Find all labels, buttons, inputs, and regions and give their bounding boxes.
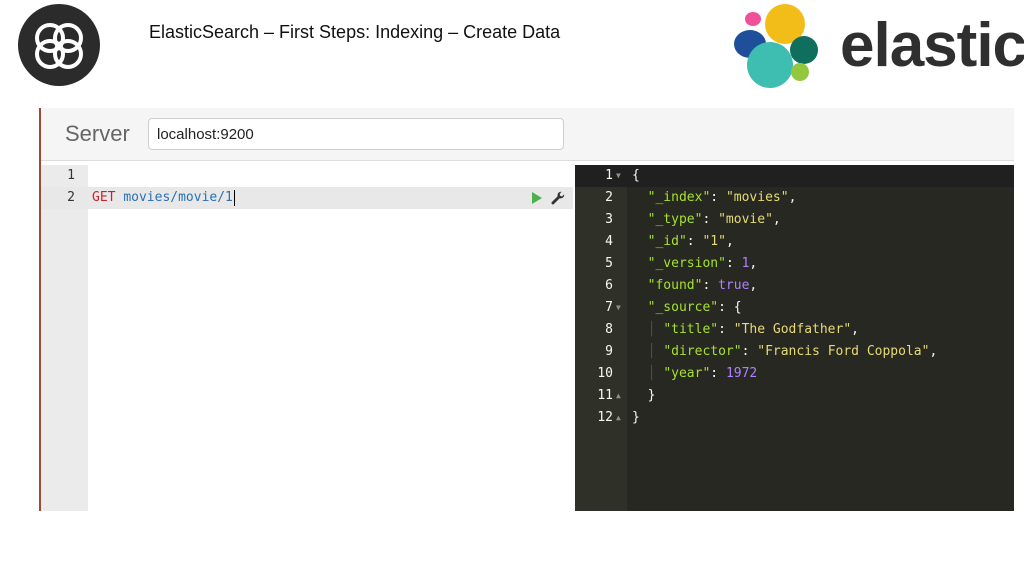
fold-arrow-icon[interactable]: ▼: [616, 165, 621, 187]
line-number: 11: [597, 388, 613, 403]
response-line: 5 "_version": 1,: [575, 253, 1014, 275]
line-number: 9: [605, 344, 613, 359]
json-entry: "_type": "movie",: [647, 212, 781, 227]
play-icon[interactable]: [531, 192, 543, 204]
json-key: "_type": [647, 212, 703, 227]
line-number: 1: [605, 168, 613, 183]
json-key: "year": [663, 366, 711, 381]
elastic-wordmark: elastic: [840, 11, 1024, 80]
response-line: 4 "_id": "1",: [575, 231, 1014, 253]
response-line: 7 ▼ "_source": {: [575, 297, 1014, 319]
json-key: "found": [647, 278, 703, 293]
line-number: 4: [605, 234, 613, 249]
line-number: 12: [597, 410, 613, 425]
fold-arrow-icon[interactable]: ▲: [616, 407, 621, 429]
json-value: "movie": [718, 212, 773, 227]
server-url-input[interactable]: [148, 118, 564, 150]
json-entry: │ "year": 1972: [647, 366, 758, 381]
response-line: 8 │ "title": "The Godfather",: [575, 319, 1014, 341]
server-bar: Server: [41, 108, 1014, 161]
presenter-logo: [18, 4, 100, 86]
server-label: Server: [65, 121, 130, 146]
line-number: 3: [605, 212, 613, 227]
wrench-icon[interactable]: [551, 191, 565, 205]
json-entry: "found": true,: [647, 278, 758, 293]
request-line[interactable]: 1: [41, 165, 573, 187]
json-key: "_index": [647, 190, 711, 205]
response-line: 9 │ "director": "Francis Ford Coppola",: [575, 341, 1014, 363]
elastic-logo-icon: [734, 4, 818, 88]
line-number: 7: [605, 300, 613, 315]
text-cursor: [233, 189, 235, 206]
json-value: "The Godfather": [733, 322, 852, 337]
line-number: 2: [67, 190, 75, 205]
request-editor[interactable]: 1 2 GET movies/movie/1: [41, 165, 573, 511]
json-key: "_version": [647, 256, 726, 271]
json-entry: │ "title": "The Godfather",: [647, 322, 859, 337]
json-entry: "_source": {: [647, 300, 742, 315]
json-value: "movies": [725, 190, 789, 205]
json-key: "_id": [647, 234, 687, 249]
json-value: {: [733, 300, 742, 315]
line-number: 10: [597, 366, 613, 381]
json-value: "Francis Ford Coppola": [757, 344, 930, 359]
json-key: "_source": [647, 300, 719, 315]
json-entry: │ "director": "Francis Ford Coppola",: [647, 344, 938, 359]
fold-arrow-icon[interactable]: ▼: [616, 297, 621, 319]
json-text: }: [647, 388, 656, 403]
slide-title: ElasticSearch – First Steps: Indexing – …: [149, 22, 561, 42]
json-key: "title": [663, 322, 719, 337]
json-value: "1": [702, 234, 726, 249]
sense-console: Server 1 2 GET movies/movie/1 1 ▼ { 2: [39, 108, 1014, 511]
json-entry: "_version": 1,: [647, 256, 758, 271]
response-line: 1 ▼ {: [575, 165, 1014, 187]
response-line: 2 "_index": "movies",: [575, 187, 1014, 209]
response-line: 12 ▲ }: [575, 407, 1014, 429]
json-entry: "_index": "movies",: [647, 190, 797, 205]
json-key: "director": [663, 344, 742, 359]
line-number: 5: [605, 256, 613, 271]
json-entry: "_id": "1",: [647, 234, 734, 249]
request-path: movies/movie/1: [123, 190, 233, 205]
line-number: 1: [67, 168, 75, 183]
json-value: true: [718, 278, 750, 293]
json-value: 1972: [725, 366, 758, 381]
line-number: 2: [605, 190, 613, 205]
fold-arrow-icon[interactable]: ▲: [616, 385, 621, 407]
request-code[interactable]: GET movies/movie/1: [92, 187, 235, 209]
interlocking-rings-icon: [35, 23, 83, 69]
response-line: 3 "_type": "movie",: [575, 209, 1014, 231]
response-line: 10 │ "year": 1972: [575, 363, 1014, 385]
http-method: GET: [92, 190, 116, 205]
response-editor[interactable]: 1 ▼ { 2 "_index": "movies", 3 "_type": "…: [575, 165, 1014, 511]
line-number: 6: [605, 278, 613, 293]
response-line: 11 ▲ }: [575, 385, 1014, 407]
json-text: {: [632, 168, 640, 183]
line-number: 8: [605, 322, 613, 337]
request-gutter: [41, 165, 88, 511]
response-line: 6 "found": true,: [575, 275, 1014, 297]
json-text: }: [632, 410, 640, 425]
request-line[interactable]: 2 GET movies/movie/1: [41, 187, 573, 209]
